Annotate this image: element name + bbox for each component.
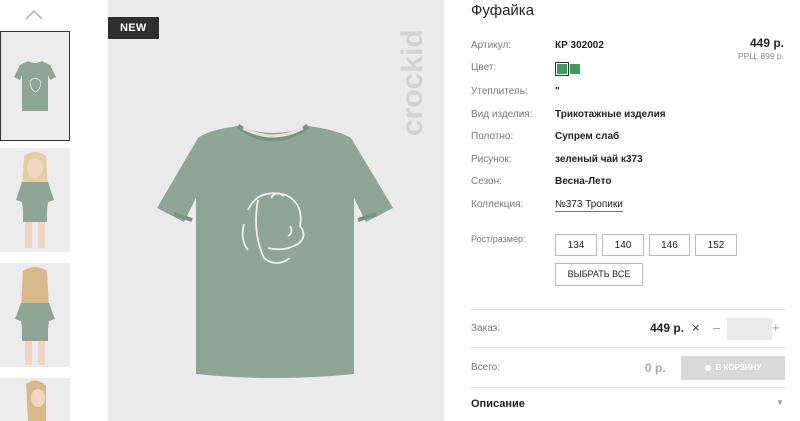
- chevron-down-icon[interactable]: ▼: [776, 398, 784, 407]
- thumbnail-2[interactable]: [0, 148, 70, 252]
- total-label: Всего:: [471, 362, 500, 373]
- brand-text: crockid: [396, 29, 429, 136]
- spec-value-fabric: Супрем слаб: [555, 131, 620, 142]
- spec-label-print: Рисунок:: [471, 154, 512, 165]
- cart-icon: [704, 364, 711, 371]
- thumbnail-shirt-image: [0, 31, 70, 141]
- thumbnail-model-front-image: [0, 148, 70, 252]
- add-to-cart-button[interactable]: В КОРЗИНУ: [681, 356, 785, 380]
- thumbnail-3[interactable]: [0, 263, 70, 367]
- order-label: Заказ:: [471, 323, 501, 334]
- size-button-146[interactable]: 146: [649, 234, 690, 256]
- spec-label-insulation: Утеплитель:: [471, 86, 528, 97]
- color-swatch-1[interactable]: [557, 64, 567, 74]
- recommended-retail-price: РРЦ: 899 р.: [738, 51, 784, 61]
- spec-label-article: Артикул:: [471, 40, 512, 51]
- quantity-decrease-button[interactable]: –: [713, 320, 720, 335]
- spec-label-color: Цвет:: [471, 62, 497, 73]
- product-title: Фуфайка: [471, 2, 535, 19]
- color-swatch-2[interactable]: [570, 64, 580, 74]
- divider-3: [471, 387, 785, 388]
- chevron-up-icon: [25, 10, 43, 20]
- add-to-cart-label: В КОРЗИНУ: [715, 363, 762, 372]
- quantity-input[interactable]: [727, 318, 772, 340]
- order-price: 449 р.: [650, 321, 685, 335]
- spec-value-insulation: ": [555, 86, 560, 97]
- spec-value-season: Весна-Лето: [555, 176, 612, 187]
- size-button-152[interactable]: 152: [695, 234, 737, 256]
- size-label: Рост/размер:: [471, 234, 526, 244]
- spec-label-fabric: Полотно:: [471, 131, 514, 142]
- select-all-sizes-button[interactable]: ВЫБРАТЬ ВСЕ: [555, 263, 643, 286]
- thumbnail-1[interactable]: [0, 31, 70, 141]
- spec-label-item-type: Вид изделия:: [471, 109, 533, 120]
- divider-1: [471, 309, 785, 310]
- collection-link[interactable]: №373 Тропики: [555, 199, 623, 212]
- spec-value-article: КР 302002: [555, 40, 604, 51]
- spec-label-collection: Коллекция:: [471, 199, 524, 210]
- multiply-icon: ×: [692, 320, 700, 335]
- new-badge: NEW: [108, 17, 159, 39]
- total-value: 0 р.: [645, 361, 666, 375]
- spec-value-print: зеленый чай к373: [555, 154, 643, 165]
- product-price: 449 р.: [749, 36, 784, 50]
- thumbnail-model-side-image: [0, 378, 70, 421]
- thumbnail-model-back-image: [0, 263, 70, 367]
- thumbnails-up-button[interactable]: [24, 8, 44, 20]
- spec-value-item-type: Трикотажные изделия: [555, 109, 666, 120]
- divider-2: [471, 347, 785, 348]
- description-toggle[interactable]: Описание: [471, 398, 525, 410]
- spec-label-season: Сезон:: [471, 176, 502, 187]
- size-button-134[interactable]: 134: [555, 234, 597, 256]
- thumbnail-4[interactable]: [0, 378, 70, 421]
- size-button-140[interactable]: 140: [602, 234, 644, 256]
- quantity-increase-button[interactable]: +: [772, 320, 780, 335]
- brand-logo: crockid: [396, 29, 429, 136]
